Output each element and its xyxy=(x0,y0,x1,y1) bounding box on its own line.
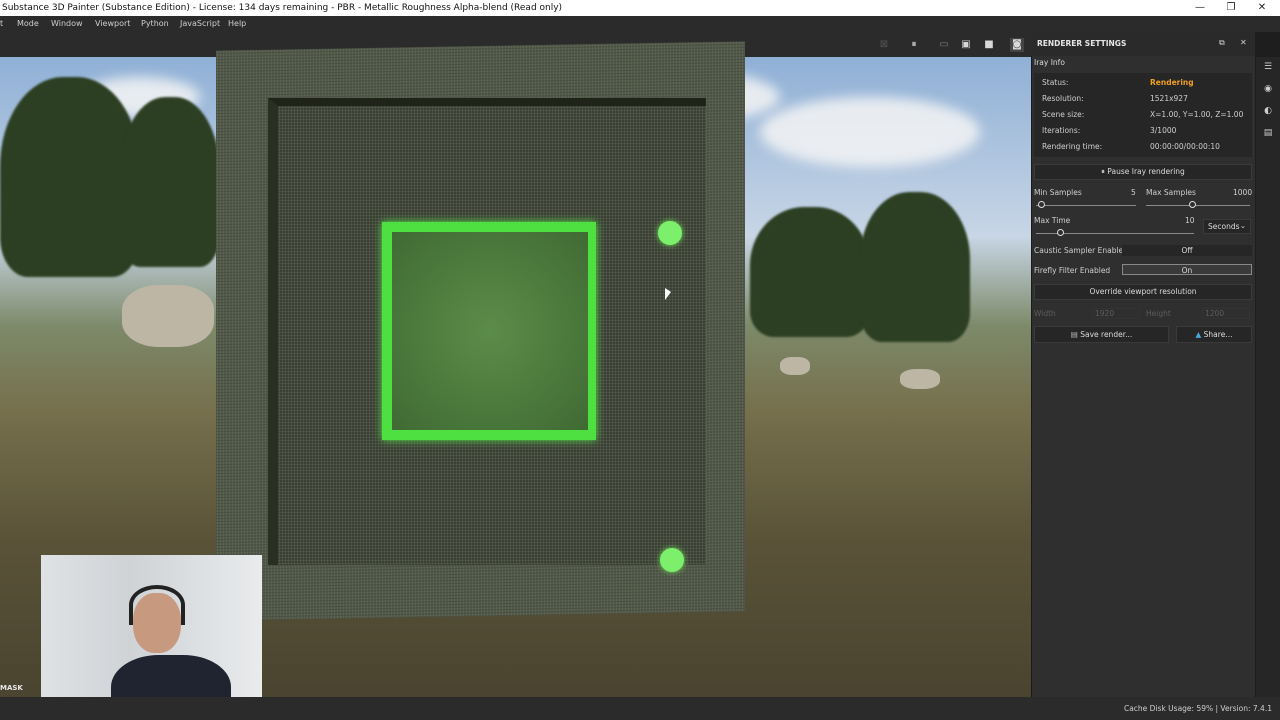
iterations-label: Iterations: xyxy=(1042,126,1081,135)
save-icon: ▤ xyxy=(1070,330,1081,339)
screenshot-icon[interactable]: ◙ xyxy=(1010,38,1024,52)
cloud xyxy=(760,97,980,167)
share-icon: ▲ xyxy=(1195,330,1204,339)
rock xyxy=(900,369,940,389)
rock xyxy=(122,285,214,347)
cube-icon[interactable]: ▣ xyxy=(959,38,973,52)
menu-item-javascript[interactable]: JavaScript xyxy=(180,16,220,32)
max-time-label: Max Time xyxy=(1034,216,1071,225)
min-samples-value: 5 xyxy=(1131,188,1136,197)
iterations-value: 3/1000 xyxy=(1150,126,1177,135)
pause-icon[interactable]: ⏸ xyxy=(907,38,921,52)
pause-iray-button[interactable]: ⏸ Pause Iray rendering xyxy=(1034,164,1252,180)
menu-item-python[interactable]: Python xyxy=(141,16,169,32)
resolution-value: 1521x927 xyxy=(1150,94,1188,103)
menu-item-mode[interactable]: Mode xyxy=(17,16,39,32)
width-value: 1920 xyxy=(1095,309,1115,318)
width-label: Width xyxy=(1034,309,1056,318)
maximize-button[interactable]: ❐ xyxy=(1215,0,1247,16)
webcam-overlay xyxy=(41,555,262,720)
material-icon[interactable]: ◐ xyxy=(1262,105,1274,117)
menu-item-window[interactable]: Window xyxy=(51,16,83,32)
window-title: Substance 3D Painter (Substance Edition)… xyxy=(2,3,563,13)
menu-item-truncated[interactable]: t xyxy=(0,16,3,32)
menu-item-viewport[interactable]: Viewport xyxy=(95,16,130,32)
camera-icon[interactable]: ■ xyxy=(982,38,996,52)
headset xyxy=(129,585,185,625)
layers-icon[interactable]: ☰ xyxy=(1262,61,1274,73)
resolution-label: Resolution: xyxy=(1042,94,1084,103)
right-dock-sidebar xyxy=(1256,57,1280,697)
share-button[interactable]: ▲ Share... xyxy=(1176,326,1252,343)
emissive-dot-top xyxy=(658,221,682,245)
status-value: Rendering xyxy=(1150,78,1194,87)
mask-label: MASK xyxy=(0,684,23,692)
max-samples-value: 1000 xyxy=(1233,188,1253,197)
close-window-button[interactable]: ✕ xyxy=(1246,0,1278,16)
width-field: 1920 xyxy=(1092,308,1140,319)
firefly-filter-toggle[interactable]: On xyxy=(1122,264,1252,275)
iray-info-title: Iray Info xyxy=(1034,58,1065,67)
min-samples-track[interactable] xyxy=(1036,205,1136,206)
save-render-button[interactable]: ▤ Save render... xyxy=(1034,326,1169,343)
tree xyxy=(750,207,870,337)
window-title-bar: Substance 3D Painter (Substance Edition)… xyxy=(0,0,1280,16)
image-icon[interactable]: ⊠ xyxy=(877,38,891,52)
rendering-time-value: 00:00:00/00:00:10 xyxy=(1150,142,1220,151)
menu-item-help[interactable]: Help xyxy=(228,16,246,32)
rendering-time-label: Rendering time: xyxy=(1042,142,1103,151)
emissive-dot-bottom xyxy=(660,548,684,572)
document-icon[interactable]: ▤ xyxy=(1262,127,1274,139)
max-samples-track[interactable] xyxy=(1146,205,1250,206)
renderer-panel-title: RENDERER SETTINGS xyxy=(1037,39,1127,48)
height-label: Height xyxy=(1146,309,1171,318)
max-samples-slider[interactable] xyxy=(1189,201,1196,208)
chevron-down-icon: ⌄ xyxy=(1239,221,1246,230)
close-panel-icon[interactable]: ✕ xyxy=(1240,38,1247,47)
settings-icon[interactable]: ◉ xyxy=(1262,83,1274,95)
frame-icon[interactable]: ▭ xyxy=(937,38,951,52)
emissive-square xyxy=(382,222,596,440)
max-time-value: 10 xyxy=(1185,216,1195,225)
min-samples-label: Min Samples xyxy=(1034,188,1082,197)
status-label: Status: xyxy=(1042,78,1069,87)
caustic-sampler-label: Caustic Sampler Enabled xyxy=(1034,246,1128,255)
minimize-button[interactable]: — xyxy=(1184,0,1216,16)
min-samples-slider[interactable] xyxy=(1038,201,1045,208)
save-render-label: Save render... xyxy=(1080,330,1133,339)
tree xyxy=(0,77,140,277)
status-bar xyxy=(0,697,1280,720)
share-label: Share... xyxy=(1203,330,1233,339)
override-resolution-button[interactable]: Override viewport resolution xyxy=(1034,284,1252,300)
mouse-cursor xyxy=(665,288,671,300)
time-unit-value: Seconds xyxy=(1208,222,1240,231)
float-panel-icon[interactable]: ⧉ xyxy=(1219,38,1225,48)
height-value: 1200 xyxy=(1205,309,1225,318)
firefly-filter-label: Firefly Filter Enabled xyxy=(1034,266,1111,275)
menu-bar: t Mode Window Viewport Python JavaScript… xyxy=(0,16,1280,32)
scene-size-value: X=1.00, Y=1.00, Z=1.00 xyxy=(1150,110,1244,119)
max-time-slider[interactable] xyxy=(1057,229,1064,236)
cache-disk-status: Cache Disk Usage: 59% | Version: 7.4.1 xyxy=(1123,704,1272,713)
max-samples-label: Max Samples xyxy=(1146,188,1196,197)
time-unit-select[interactable]: Seconds ⌄ xyxy=(1203,219,1251,234)
tree xyxy=(120,97,220,267)
tree xyxy=(860,192,970,342)
scene-size-label: Scene size: xyxy=(1042,110,1085,119)
height-field: 1200 xyxy=(1202,308,1250,319)
caustic-sampler-toggle[interactable]: Off xyxy=(1122,245,1252,256)
rock xyxy=(780,357,810,375)
